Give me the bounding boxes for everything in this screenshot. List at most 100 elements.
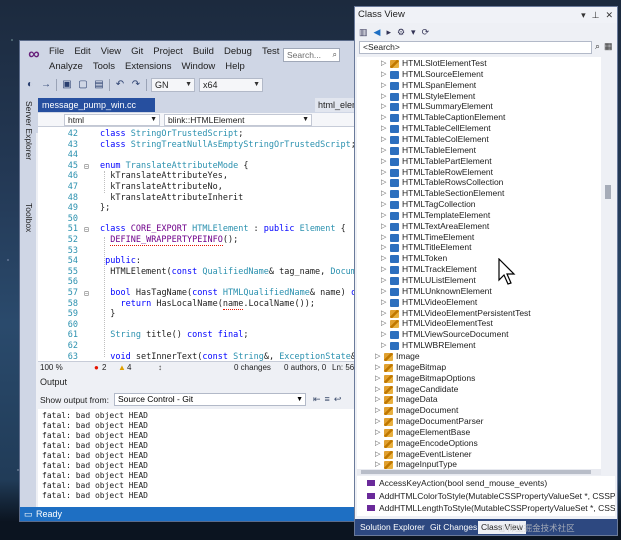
configuration-select[interactable]: GN ▼ [151, 78, 195, 92]
code-line[interactable]: 59 } [38, 309, 356, 320]
expand-icon[interactable]: ▷ [381, 210, 388, 221]
tree-item[interactable]: ▷ HTMLTableRowElement [357, 167, 601, 178]
tree-item[interactable]: ▷ ImageData [357, 394, 601, 405]
chevron-down-icon[interactable]: ▾ [411, 26, 416, 38]
back-icon[interactable]: ◀ [374, 26, 381, 38]
forward-icon[interactable]: ▸ [386, 26, 391, 38]
tree-item[interactable]: ▷ ImageInputType [357, 459, 601, 469]
tree-item[interactable]: ▷ HTMLToken [357, 253, 601, 264]
expand-icon[interactable]: ▷ [381, 308, 388, 319]
tree-item[interactable]: ▷ ImageEncodeOptions [357, 438, 601, 449]
menu-file[interactable]: File [44, 46, 69, 58]
code-line[interactable]: 53 [38, 246, 356, 257]
tree-item[interactable]: ▷ ImageCandidate [357, 384, 601, 395]
expand-icon[interactable]: ▷ [375, 449, 382, 460]
tree-item[interactable]: ▷ HTMLVideoElementPersistentTest [357, 308, 601, 319]
tree-item[interactable]: ▷ ImageDocument [357, 405, 601, 416]
expand-icon[interactable]: ▷ [381, 329, 388, 340]
tree-item[interactable]: ▷ ImageEventListener [357, 449, 601, 460]
warning-count[interactable]: 4 [127, 362, 131, 373]
code-line[interactable]: 57 ⊟ bool HasTagName(const HTMLQualifiedN… [38, 288, 356, 299]
output-text[interactable]: fatal: bad object HEAD fatal: bad object … [38, 409, 356, 507]
class-view-tree[interactable]: ▷ HTMLSlotElementTest ▷ HTMLSourceElement ▷ H… [357, 57, 601, 469]
code-line[interactable]: 56 [38, 277, 356, 288]
member-item[interactable]: AddHTMLColorToStyle(MutableCSSPropertyVa… [357, 490, 615, 502]
code-line[interactable]: 55 HTMLElement(const QualifiedName& tag_… [38, 267, 356, 278]
platform-select[interactable]: x64 ▼ [199, 78, 263, 92]
clear-search-icon[interactable]: ▦ [604, 41, 613, 52]
expand-icon[interactable]: ▷ [375, 416, 382, 427]
menu-help[interactable]: Help [220, 61, 250, 73]
tree-item[interactable]: ▷ HTMLVideoElementTest [357, 318, 601, 329]
class-view-horizontal-scrollbar[interactable] [357, 469, 601, 475]
tree-item[interactable]: ▷ HTMLStyleElement [357, 91, 601, 102]
member-item[interactable]: AccessKeyAction(bool send_mouse_events) [357, 477, 615, 489]
collapse-icon[interactable]: ⊟ [84, 224, 91, 235]
menu-window[interactable]: Window [176, 61, 220, 73]
code-line[interactable]: 45 ⊟ enum TranslateAttributeMode { [38, 161, 356, 172]
menu-extensions[interactable]: Extensions [120, 61, 176, 73]
menu-project[interactable]: Project [148, 46, 188, 58]
code-line[interactable]: 54 public: [38, 256, 356, 267]
forward-icon[interactable]: → [40, 78, 52, 92]
code-line[interactable]: 63 void setInnerText(const String&, Exce… [38, 352, 356, 361]
expand-icon[interactable]: ▷ [381, 199, 388, 210]
refresh-icon[interactable]: ⟳ [422, 26, 430, 38]
expand-icon[interactable]: ▷ [375, 394, 382, 405]
undo-icon[interactable]: ↶ [114, 78, 126, 92]
expand-icon[interactable]: ▷ [381, 123, 388, 134]
code-editor[interactable]: 42 class StringOrTrustedScript; 43 class St… [38, 127, 356, 361]
redo-icon[interactable]: ↷ [130, 78, 142, 92]
menu-debug[interactable]: Debug [219, 46, 257, 58]
tree-item[interactable]: ▷ HTMLTableColElement [357, 134, 601, 145]
tree-item[interactable]: ▷ HTMLTextAreaElement [357, 221, 601, 232]
expand-icon[interactable]: ▷ [381, 188, 388, 199]
tree-item[interactable]: ▷ HTMLTemplateElement [357, 210, 601, 221]
expand-icon[interactable]: ▷ [375, 427, 382, 438]
menu-git[interactable]: Git [126, 46, 148, 58]
search-input[interactable]: Search... ⌕ [283, 48, 340, 62]
expand-icon[interactable]: ▷ [375, 438, 382, 449]
tree-item[interactable]: ▷ HTMLSummaryElement [357, 101, 601, 112]
tree-item[interactable]: ▷ HTMLSpanElement [357, 80, 601, 91]
settings-icon[interactable]: ⚙ [397, 26, 405, 38]
tree-item[interactable]: ▷ HTMLTimeElement [357, 232, 601, 243]
window-position-icon[interactable]: ▾ [581, 7, 586, 23]
expand-icon[interactable]: ▷ [381, 318, 388, 329]
new-folder-icon[interactable]: ▥ [359, 26, 368, 38]
menu-edit[interactable]: Edit [69, 46, 95, 58]
search-icon[interactable]: ⌕ [595, 41, 600, 52]
new-item-icon[interactable]: ▣ [61, 78, 73, 92]
tree-item[interactable]: ▷ HTMLTagCollection [357, 199, 601, 210]
changes-count[interactable]: 0 changes [234, 362, 271, 373]
code-line[interactable]: 50 [38, 214, 356, 225]
expand-icon[interactable]: ▷ [381, 275, 388, 286]
save-all-icon[interactable]: ▤ [93, 78, 105, 92]
code-line[interactable]: 49}; [38, 203, 356, 214]
code-line[interactable]: 58 return HasLocalName(name.LocalName())… [38, 298, 356, 310]
tree-item[interactable]: ▷ HTMLTableSectionElement [357, 188, 601, 199]
error-count[interactable]: 2 [102, 362, 106, 373]
code-line[interactable]: 48 kTranslateAttributeInherit [38, 193, 356, 204]
tree-item[interactable]: ▷ ImageBitmapOptions [357, 373, 601, 384]
expand-icon[interactable]: ▷ [381, 340, 388, 351]
expand-icon[interactable]: ▷ [381, 297, 388, 308]
tab-git-changes[interactable]: Git Changes [427, 521, 480, 534]
expand-icon[interactable]: ▷ [381, 69, 388, 80]
collapse-icon[interactable]: ⊟ [84, 288, 91, 299]
tree-item[interactable]: ▷ HTMLTrackElement [357, 264, 601, 275]
toolbox-tab[interactable]: Toolbox [22, 203, 34, 232]
tab-message-pump-win[interactable]: message_pump_win.cc [38, 98, 155, 112]
expand-icon[interactable]: ▷ [375, 459, 382, 469]
expand-icon[interactable]: ▷ [381, 253, 388, 264]
expand-icon[interactable]: ▷ [375, 405, 382, 416]
expand-icon[interactable]: ▷ [381, 101, 388, 112]
expand-icon[interactable]: ▷ [381, 264, 388, 275]
code-line[interactable]: 62 [38, 341, 356, 352]
tree-item[interactable]: ▷ HTMLVideoElement [357, 297, 601, 308]
menu-tools[interactable]: Tools [88, 61, 120, 73]
expand-icon[interactable]: ▷ [375, 362, 382, 373]
tab-html-element[interactable]: html_elem [315, 98, 356, 112]
expand-icon[interactable]: ▷ [381, 134, 388, 145]
expand-icon[interactable]: ▷ [381, 58, 388, 69]
